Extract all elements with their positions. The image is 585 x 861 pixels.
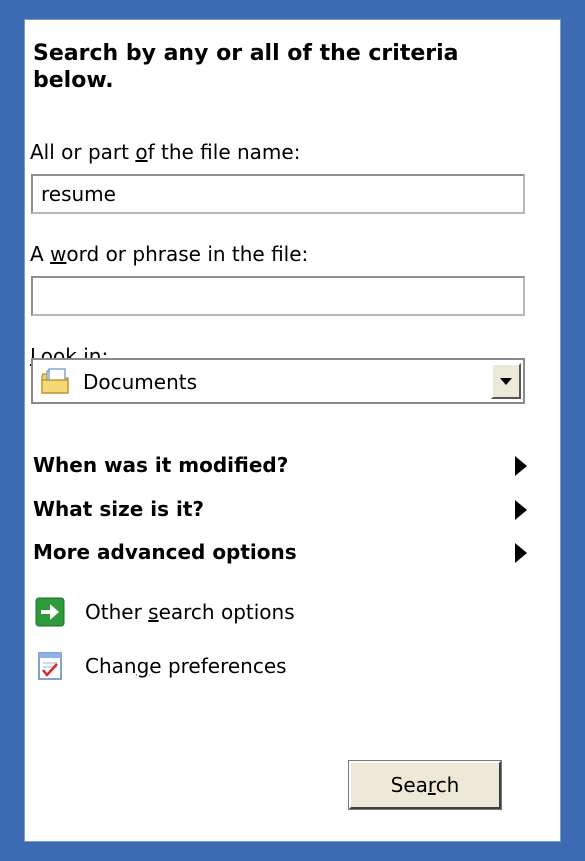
lookin-selected: Documents	[83, 370, 198, 394]
phrase-input[interactable]	[31, 276, 525, 316]
option-when-modified[interactable]: When was it modified?	[33, 450, 531, 482]
search-heading: Search by any or all of the criteria bel…	[33, 41, 459, 93]
documents-folder-icon	[40, 368, 72, 396]
other-search-options-link[interactable]: Other search options	[35, 597, 435, 629]
link-label: Other search options	[85, 600, 295, 624]
green-arrow-icon	[35, 597, 65, 627]
change-preferences-link[interactable]: Change preferences	[35, 651, 435, 683]
chevron-down-icon	[500, 378, 512, 385]
option-label: When was it modified?	[33, 453, 289, 477]
link-label: Change preferences	[85, 654, 287, 678]
expand-arrow-icon[interactable]	[515, 500, 527, 520]
dropdown-button[interactable]	[491, 363, 521, 399]
preferences-icon	[35, 651, 65, 681]
phrase-label: A word or phrase in the file:	[30, 242, 309, 266]
expand-arrow-icon[interactable]	[515, 543, 527, 563]
option-size[interactable]: What size is it?	[33, 494, 531, 526]
filename-input[interactable]	[31, 174, 525, 214]
filename-label: All or part of the file name:	[30, 140, 301, 164]
option-label: What size is it?	[33, 497, 204, 521]
expand-arrow-icon[interactable]	[515, 456, 527, 476]
option-advanced[interactable]: More advanced options	[33, 537, 531, 569]
option-label: More advanced options	[33, 540, 297, 564]
search-button[interactable]: Search	[348, 760, 502, 810]
lookin-dropdown[interactable]: Documents	[31, 358, 525, 404]
